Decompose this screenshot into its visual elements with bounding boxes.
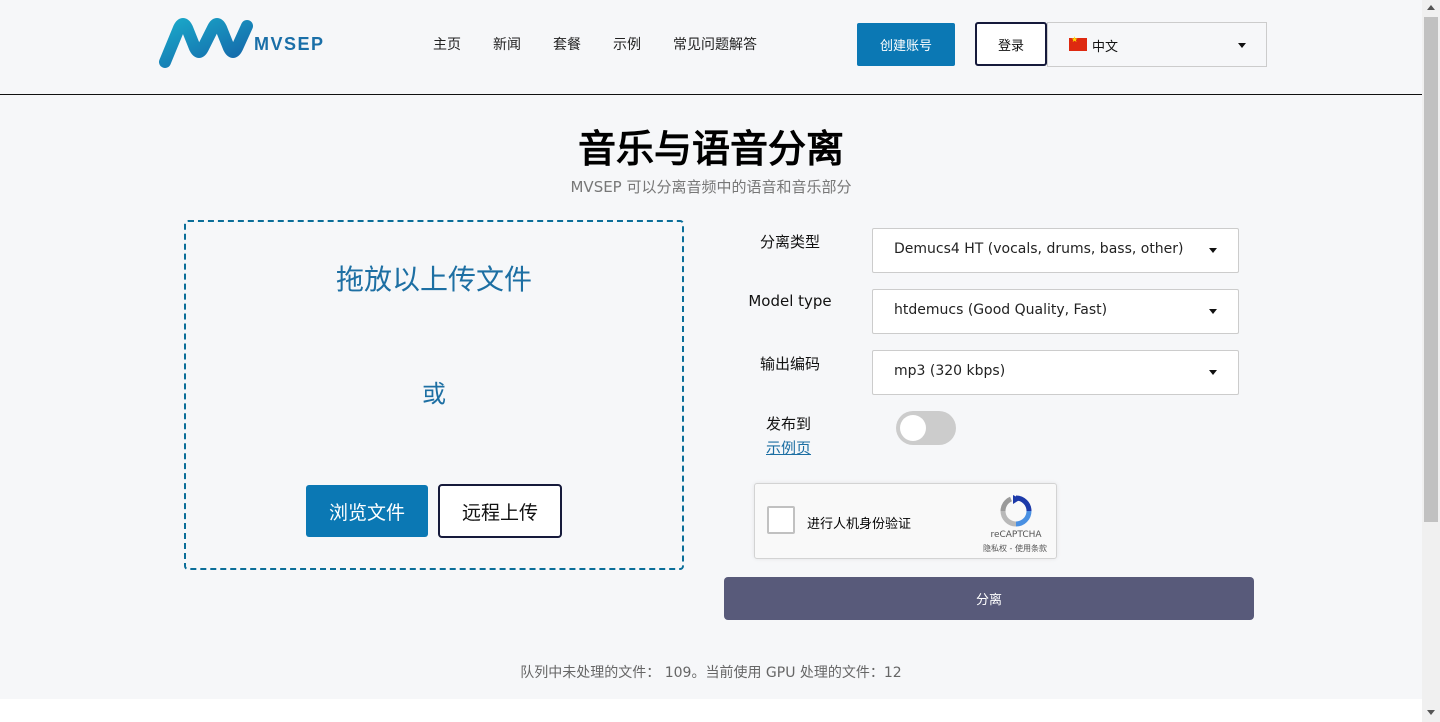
output-encoding-select[interactable]: mp3 (320 kbps) <box>872 350 1239 395</box>
site-header: MVSEP 主页 新闻 套餐 示例 常见问题解答 创建账号 登录 中文 <box>0 0 1422 95</box>
browse-files-button[interactable]: 浏览文件 <box>306 485 428 537</box>
create-account-button[interactable]: 创建账号 <box>857 23 955 66</box>
model-type-select[interactable]: htdemucs (Good Quality, Fast) <box>872 289 1239 334</box>
file-dropzone[interactable]: 拖放以上传文件 或 浏览文件 远程上传 <box>184 220 684 570</box>
nav-home[interactable]: 主页 <box>433 34 461 54</box>
nav-news[interactable]: 新闻 <box>493 34 521 54</box>
logo-text: MVSEP <box>254 34 325 54</box>
remote-upload-button[interactable]: 远程上传 <box>438 484 562 538</box>
nav-plans[interactable]: 套餐 <box>553 34 581 54</box>
dropzone-or: 或 <box>422 380 446 408</box>
page-scrollbar[interactable] <box>1422 0 1440 722</box>
model-type-value: htdemucs (Good Quality, Fast) <box>894 302 1108 318</box>
examples-page-link[interactable]: 示例页 <box>766 437 811 458</box>
publish-toggle[interactable] <box>896 411 956 445</box>
logo-mark-icon <box>159 18 253 68</box>
recaptcha-brand: reCAPTCHA <box>990 530 1042 540</box>
language-select[interactable]: 中文 <box>1047 22 1267 67</box>
china-flag-icon <box>1069 35 1087 51</box>
recaptcha-widget: 进行人机身份验证 reCAPTCHA 隐私权 - 使用条款 <box>754 483 1057 559</box>
queue-status: 队列中未处理的文件： 109。当前使用 GPU 处理的文件：12 <box>520 665 902 681</box>
model-type-label: Model type <box>748 292 832 310</box>
nav-faq[interactable]: 常见问题解答 <box>673 34 757 54</box>
recaptcha-checkbox[interactable] <box>767 506 795 534</box>
output-encoding-value: mp3 (320 kbps) <box>894 363 1006 379</box>
main-nav: 主页 新闻 套餐 示例 常见问题解答 <box>433 34 789 54</box>
separation-type-value: Demucs4 HT (vocals, drums, bass, other) <box>894 241 1184 257</box>
chevron-down-icon <box>1209 370 1217 375</box>
footer-band <box>0 699 1422 722</box>
toggle-knob <box>900 415 926 441</box>
scroll-thumb[interactable] <box>1424 17 1438 522</box>
dropzone-title: 拖放以上传文件 <box>335 263 532 296</box>
scroll-up-icon[interactable] <box>1427 5 1435 10</box>
separate-submit-button[interactable]: 分离 <box>724 577 1254 620</box>
nav-examples[interactable]: 示例 <box>613 34 641 54</box>
scroll-down-icon[interactable] <box>1427 710 1435 715</box>
page-subtitle: MVSEP 可以分离音频中的语音和音乐部分 <box>570 178 852 196</box>
login-button[interactable]: 登录 <box>975 22 1047 66</box>
separation-type-select[interactable]: Demucs4 HT (vocals, drums, bass, other) <box>872 228 1239 273</box>
publish-label: 发布到 <box>766 415 812 433</box>
chevron-down-icon <box>1209 248 1217 253</box>
output-encoding-label: 输出编码 <box>759 355 820 373</box>
page-title: 音乐与语音分离 <box>577 127 844 171</box>
recaptcha-terms-link[interactable]: 隐私权 - 使用条款 <box>975 543 1055 554</box>
site-logo[interactable]: MVSEP <box>157 18 327 70</box>
recaptcha-logo-icon <box>1000 495 1032 527</box>
chevron-down-icon <box>1209 309 1217 314</box>
separation-type-label: 分离类型 <box>759 233 820 251</box>
recaptcha-label: 进行人机身份验证 <box>807 517 912 532</box>
language-label: 中文 <box>1092 40 1119 55</box>
chevron-down-icon <box>1238 43 1246 48</box>
